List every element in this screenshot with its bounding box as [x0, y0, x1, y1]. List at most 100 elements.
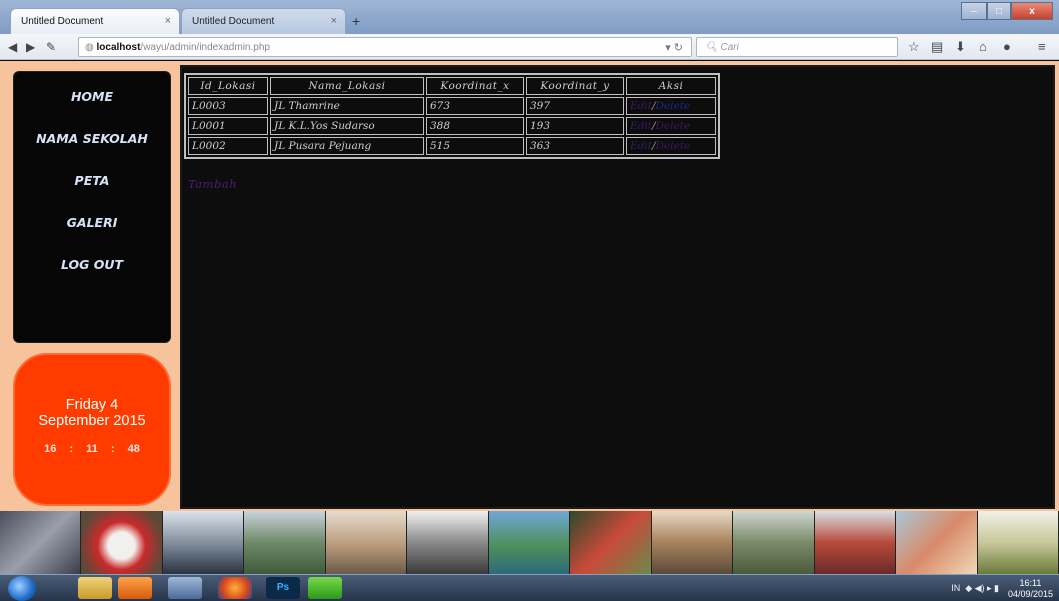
cell-nama: JL Pusara Pejuang [270, 137, 424, 155]
menu-item-log-out[interactable]: LOG OUT [14, 244, 170, 286]
photo-strip [0, 511, 1059, 574]
gallery-photo [896, 511, 978, 574]
sidebar-menu: HOME NAMA SEKOLAH PETA GALERI LOG OUT [13, 71, 171, 343]
taskbar-clock[interactable]: 16:11 04/09/2015 [1008, 578, 1053, 600]
url-path: /wayu/admin/indexadmin.php [140, 42, 270, 53]
taskbar-date: 04/09/2015 [1007, 589, 1053, 599]
header-id-lokasi: Id_Lokasi [188, 77, 268, 95]
cell-aksi: Edit/Delete [626, 117, 716, 135]
new-tab-button[interactable]: + [352, 13, 360, 29]
table-row: L0003 JL Thamrine 673 397 Edit/Delete [188, 97, 716, 115]
photoshop-icon[interactable]: Ps [266, 577, 300, 599]
gallery-photo [570, 511, 652, 574]
cell-koordinat-y: 397 [526, 97, 624, 115]
close-tab-icon[interactable]: × [331, 15, 337, 27]
address-bar[interactable]: ◍ localhost/wayu/admin/indexadmin.php ▾ … [78, 37, 692, 57]
window-controls: – □ x [961, 2, 1053, 20]
cell-koordinat-x: 388 [426, 117, 524, 135]
gallery-photo [488, 511, 571, 574]
media-player-icon[interactable] [118, 577, 152, 599]
gallery-photo [81, 511, 163, 574]
table-header-row: Id_Lokasi Nama_Lokasi Koordinat_x Koordi… [188, 77, 716, 95]
menu-item-home[interactable]: HOME [14, 76, 170, 118]
table-row: L0001 JL K.L.Yos Sudarso 388 193 Edit/De… [188, 117, 716, 135]
gallery-photo [407, 511, 489, 574]
back-icon[interactable]: ◀ [8, 40, 17, 54]
edit-link[interactable]: Edit [630, 140, 652, 152]
clock-time: 16 : 11 : 48 [44, 443, 140, 455]
edit-link[interactable]: Edit [630, 120, 652, 132]
cell-aksi: Edit/Delete [626, 97, 716, 115]
home-icon[interactable]: ⌂ [979, 39, 987, 54]
gallery-photo [325, 511, 408, 574]
reload-icon[interactable]: ▾ ↻ [665, 41, 683, 54]
cell-koordinat-y: 363 [526, 137, 624, 155]
clock-month-year: September 2015 [38, 413, 146, 429]
edit-link[interactable]: Edit [630, 100, 652, 112]
gallery-photo [0, 511, 82, 574]
close-window-icon[interactable]: x [1011, 2, 1053, 20]
cell-nama: JL Thamrine [270, 97, 424, 115]
start-button[interactable] [8, 576, 36, 601]
firefox-icon[interactable] [218, 577, 252, 599]
gallery-photo [244, 511, 326, 574]
taskbar-time: 16:11 [1019, 578, 1042, 588]
gallery-photo [977, 511, 1059, 574]
gallery-photo [651, 511, 734, 574]
delete-link[interactable]: Delete [656, 100, 691, 112]
forward-icon[interactable]: ▶ [26, 40, 35, 54]
gallery-photo [814, 511, 897, 574]
download-icon[interactable]: ⬇ [955, 39, 966, 55]
gallery-photo [162, 511, 245, 574]
browser-nav-bar: ◀ ▶ ✎ ◍ localhost/wayu/admin/indexadmin.… [0, 34, 1059, 60]
cell-id: L0002 [188, 137, 268, 155]
header-koordinat-x: Koordinat_x [426, 77, 524, 95]
bookmark-star-icon[interactable]: ☆ [908, 39, 920, 55]
page-content: HOME NAMA SEKOLAH PETA GALERI LOG OUT Fr… [0, 61, 1059, 511]
tab-untitled-document[interactable]: Untitled Document × [181, 8, 346, 34]
tab-label: Untitled Document [192, 16, 275, 27]
tab-untitled-document-active[interactable]: Untitled Document × [10, 8, 180, 34]
url-host: localhost [96, 42, 141, 53]
cell-koordinat-x: 515 [426, 137, 524, 155]
cell-id: L0003 [188, 97, 268, 115]
maximize-icon[interactable]: □ [987, 2, 1011, 20]
chat-icon[interactable]: ● [1003, 39, 1011, 54]
bookmarks-list-icon[interactable]: ▤ [931, 39, 943, 55]
notepad-icon[interactable] [168, 577, 202, 599]
table-row: L0002 JL Pusara Pejuang 515 363 Edit/Del… [188, 137, 716, 155]
menu-item-peta[interactable]: PETA [14, 160, 170, 202]
menu-item-galeri[interactable]: GALERI [14, 202, 170, 244]
close-tab-icon[interactable]: × [165, 15, 171, 27]
menu-item-nama-sekolah[interactable]: NAMA SEKOLAH [14, 118, 170, 160]
header-aksi: Aksi [626, 77, 716, 95]
cell-id: L0001 [188, 117, 268, 135]
header-nama-lokasi: Nama_Lokasi [270, 77, 424, 95]
minimize-icon[interactable]: – [961, 2, 987, 20]
delete-link[interactable]: Delete [656, 140, 691, 152]
cell-koordinat-y: 193 [526, 117, 624, 135]
cell-aksi: Edit/Delete [626, 137, 716, 155]
delete-link[interactable]: Delete [656, 120, 691, 132]
gallery-photo [733, 511, 815, 574]
tab-label: Untitled Document [21, 16, 104, 27]
tambah-link[interactable]: Tambah [188, 177, 237, 191]
browser-tab-bar: Untitled Document × Untitled Document × … [0, 0, 1059, 34]
cell-nama: JL K.L.Yos Sudarso [270, 117, 424, 135]
globe-icon: ◍ [85, 42, 97, 53]
clock-day: Friday 4 [65, 397, 119, 413]
search-placeholder: Cari [720, 42, 739, 53]
search-icon: 🔍︎ [705, 42, 721, 53]
search-input[interactable]: 🔍︎ Cari [696, 37, 898, 57]
identity-icon[interactable]: ✎ [46, 40, 56, 54]
app-icon[interactable] [308, 577, 342, 599]
windows-taskbar: Ps IN ◆ ◀) ▸ ▮ 16:11 04/09/2015 [0, 574, 1059, 601]
file-explorer-icon[interactable] [78, 577, 112, 599]
menu-icon[interactable]: ≡ [1038, 39, 1046, 54]
language-indicator[interactable]: IN [951, 583, 960, 593]
cell-koordinat-x: 673 [426, 97, 524, 115]
header-koordinat-y: Koordinat_y [526, 77, 624, 95]
system-tray: IN ◆ ◀) ▸ ▮ [951, 583, 999, 593]
lokasi-table: Id_Lokasi Nama_Lokasi Koordinat_x Koordi… [184, 73, 720, 159]
clock-widget: Friday 4 September 2015 16 : 11 : 48 [13, 353, 171, 506]
